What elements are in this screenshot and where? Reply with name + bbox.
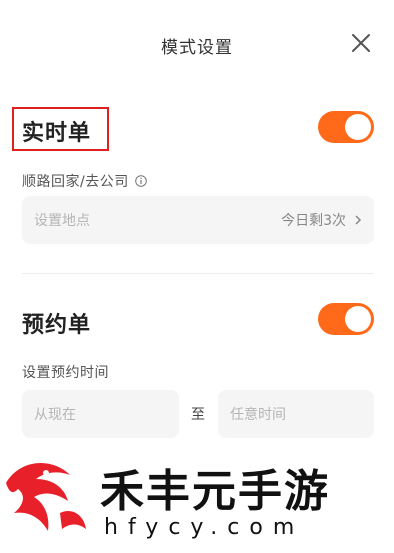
section-divider: [22, 273, 374, 274]
start-time-field[interactable]: 从现在: [22, 390, 179, 438]
toggle-knob: [345, 114, 371, 140]
toggle-knob: [345, 306, 371, 332]
watermark-banner: 禾丰元手游 hfycy.com: [0, 445, 394, 553]
remaining-text: 今日剩3次: [281, 213, 346, 229]
location-field[interactable]: 设置地点 今日剩3次: [22, 196, 374, 244]
page-title: 模式设置: [161, 38, 233, 58]
end-time-field[interactable]: 任意时间: [218, 390, 374, 438]
route-label: 顺路回家/去公司: [22, 174, 129, 190]
realtime-toggle[interactable]: [318, 111, 374, 143]
close-icon[interactable]: [350, 32, 372, 54]
mode-settings-sheet: 模式设置 实时单 顺路回家/去公司 设置地点 今日剩3次 预约单 设置预约时间 …: [0, 0, 394, 445]
dragon-logo-icon: [6, 463, 86, 531]
watermark-url: hfycy.com: [104, 515, 305, 540]
reservation-toggle[interactable]: [318, 303, 374, 335]
end-time-placeholder: 任意时间: [230, 407, 286, 423]
time-label: 设置预约时间: [22, 365, 109, 381]
realtime-title: 实时单: [22, 121, 92, 146]
to-label: 至: [191, 407, 205, 423]
remaining-count: 今日剩3次: [281, 210, 362, 230]
start-time-placeholder: 从现在: [34, 407, 76, 423]
chevron-right-icon: [355, 215, 362, 225]
reservation-title: 预约单: [22, 313, 92, 338]
location-placeholder: 设置地点: [34, 213, 90, 229]
route-label-row: 顺路回家/去公司: [22, 171, 147, 191]
info-icon[interactable]: [134, 175, 147, 187]
header: 模式设置: [0, 0, 394, 90]
watermark-name: 禾丰元手游: [100, 466, 330, 517]
